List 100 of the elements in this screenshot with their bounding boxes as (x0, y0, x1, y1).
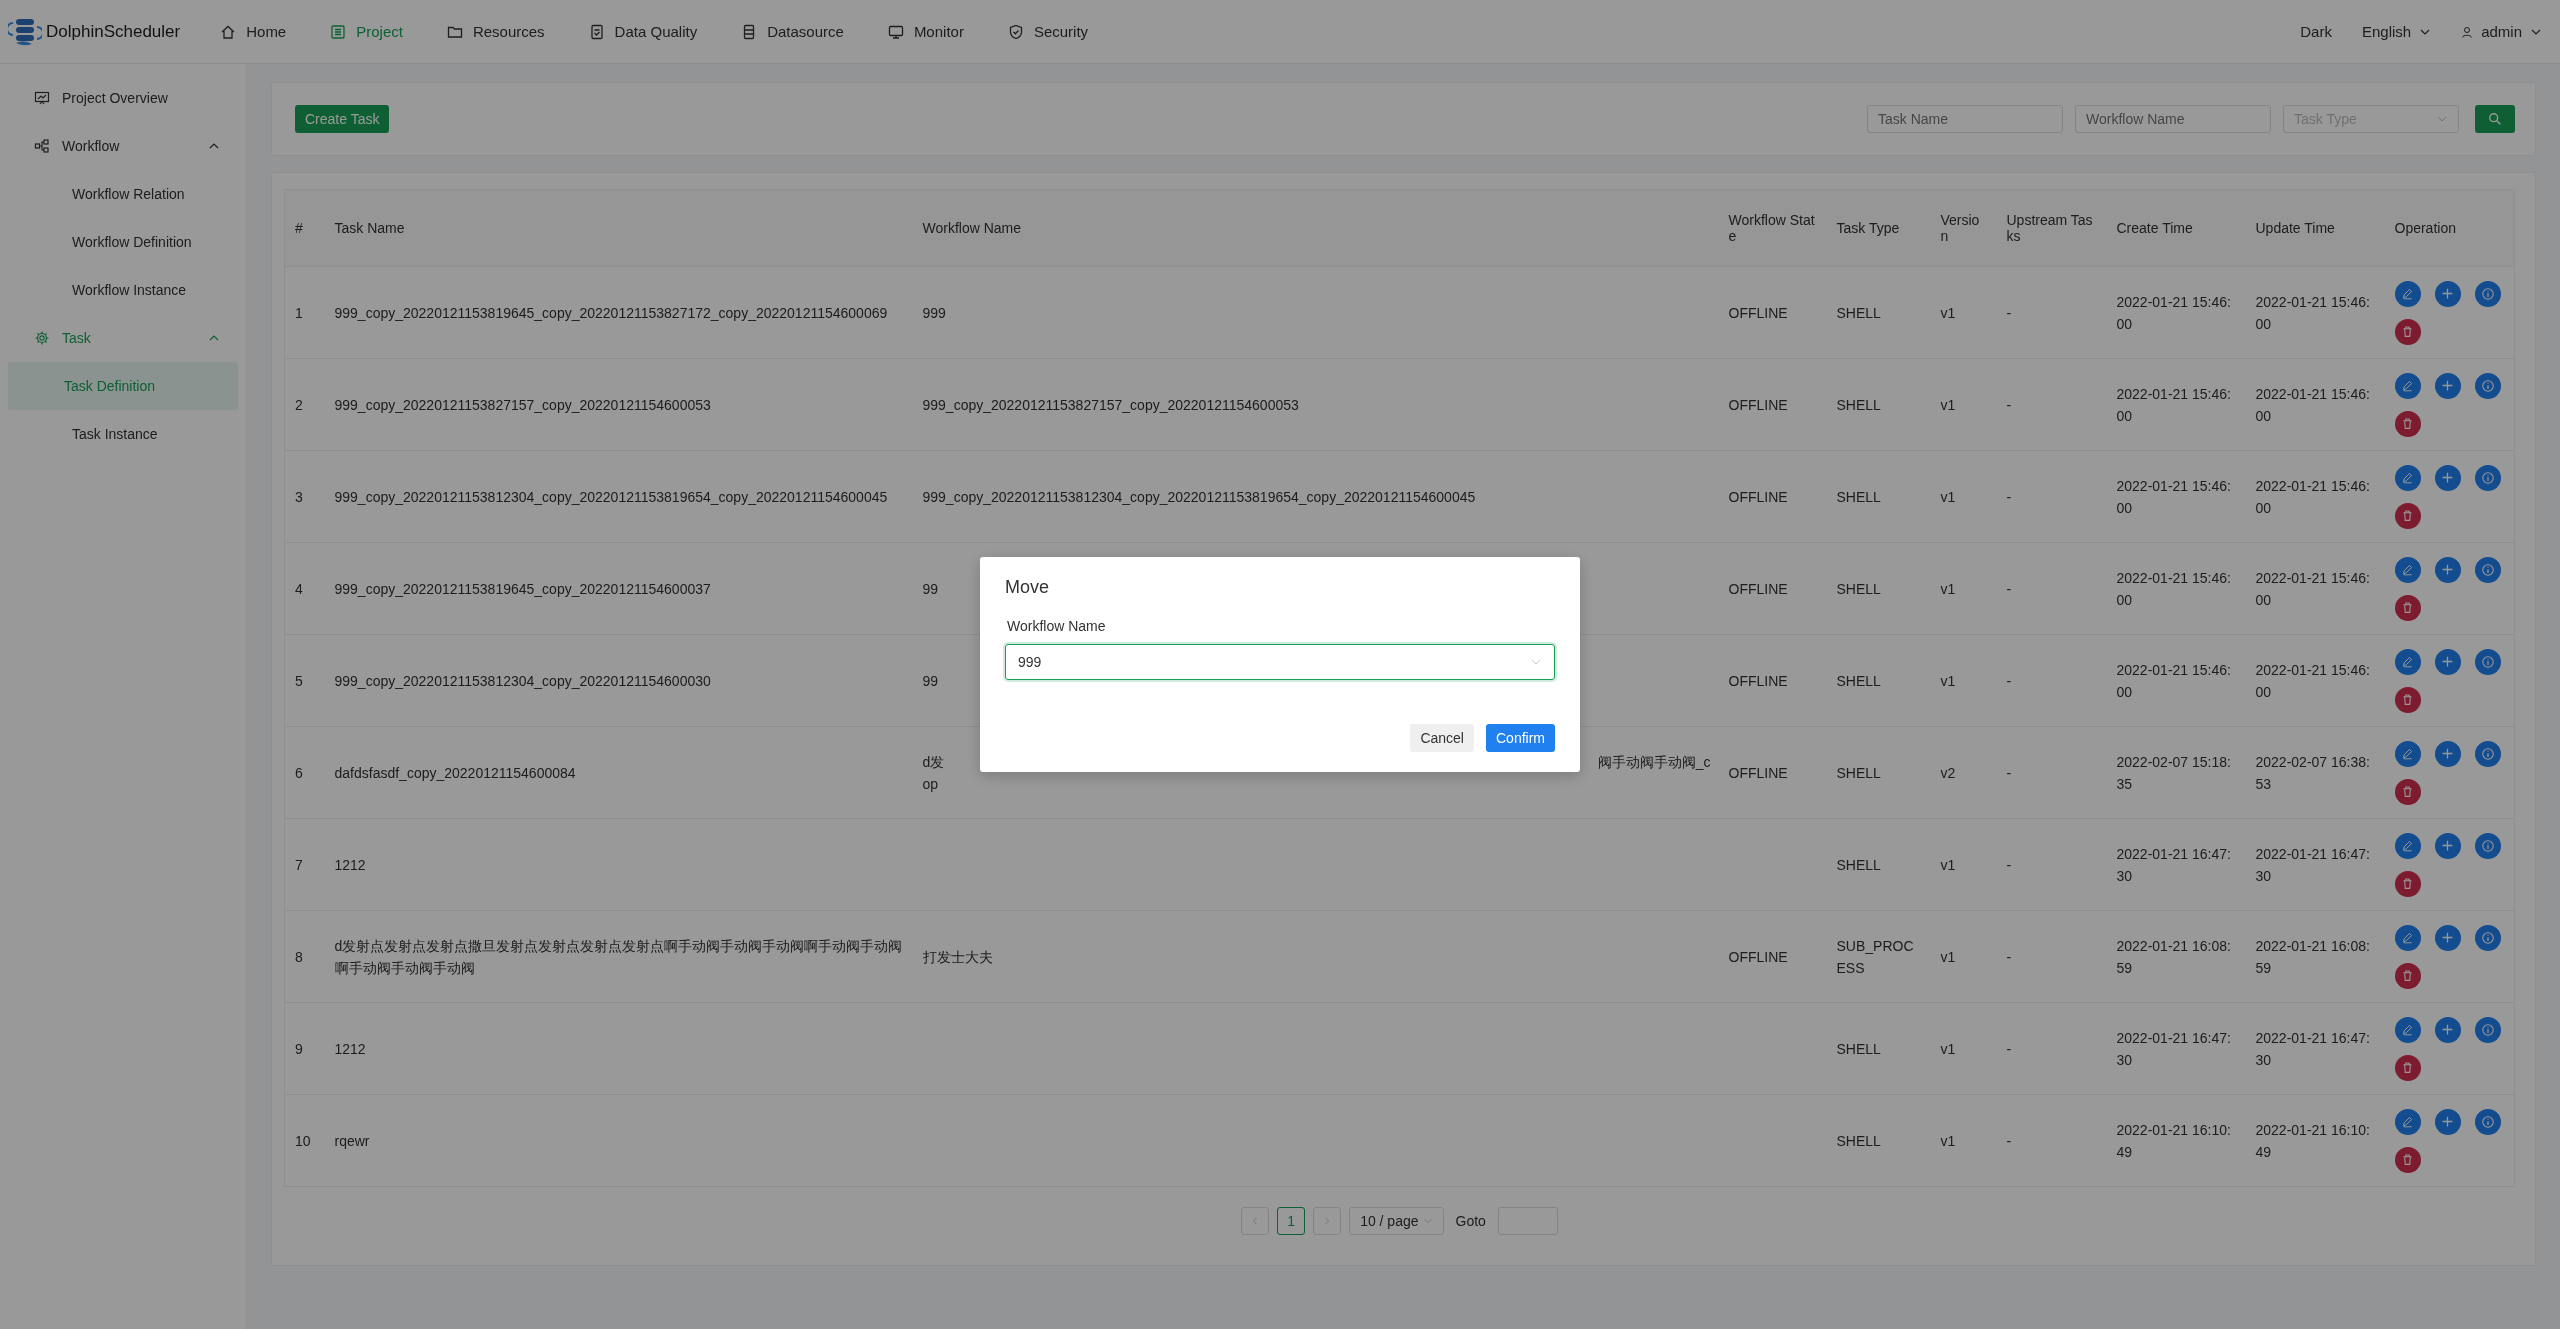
info-button[interactable] (2474, 1108, 2501, 1135)
task-type: SHELL (1836, 856, 1881, 873)
delete-button[interactable] (2394, 962, 2421, 989)
delete-button[interactable] (2394, 410, 2421, 437)
info-button[interactable] (2474, 464, 2501, 491)
version: v1 (1940, 488, 1956, 505)
task-name: 999_copy_20220121153819645_copy_20220121153827172_copy_20220121154600069 (334, 304, 888, 321)
sidebar-subitem[interactable]: Workflow Relation (8, 170, 238, 218)
confirm-button[interactable]: Confirm (1486, 724, 1555, 752)
filter-field[interactable]: Task Name (1867, 105, 2063, 133)
cancel-button[interactable]: Cancel (1410, 724, 1474, 752)
workflow-state: OFFLINE (1728, 396, 1788, 413)
edit-button[interactable] (2394, 372, 2421, 399)
pencil-icon (2401, 287, 2414, 300)
delete-button[interactable] (2394, 686, 2421, 713)
nav-tab[interactable]: Home (220, 23, 287, 40)
upstream-tasks: - (2006, 580, 2012, 597)
info-button[interactable] (2474, 648, 2501, 675)
nav-tab[interactable]: Monitor (887, 23, 964, 40)
edit-button[interactable] (2394, 280, 2421, 307)
delete-button[interactable] (2394, 318, 2421, 345)
list-icon (330, 23, 347, 40)
edit-button[interactable] (2394, 1108, 2421, 1135)
update-time: 2022-01-21 15:46:00 (2255, 477, 2370, 516)
delete-button[interactable] (2394, 502, 2421, 529)
column-header: Workflow State (1718, 189, 1827, 267)
nav-tab[interactable]: Security (1007, 23, 1089, 40)
update-time: 2022-01-21 15:46:00 (2255, 385, 2370, 424)
create-time: 2022-01-21 16:10:49 (2116, 1121, 2231, 1160)
upstream-tasks: - (2006, 948, 2012, 965)
task-name: 1212 (334, 856, 366, 873)
row-index: 8 (295, 948, 303, 965)
update-time: 2022-01-21 16:08:59 (2255, 937, 2370, 976)
nav-tab[interactable]: Data Quality (588, 23, 698, 40)
workflow-name: 阀手动阀手动阀_c (1597, 752, 1711, 772)
info-icon (2480, 930, 2495, 945)
move-button[interactable] (2434, 1108, 2461, 1135)
row-index: 4 (295, 580, 303, 597)
info-button[interactable] (2474, 1016, 2501, 1043)
column-header: Update Time (2245, 189, 2385, 267)
plus-icon (2441, 379, 2454, 392)
task-type: SHELL (1836, 1132, 1881, 1149)
move-button[interactable] (2434, 832, 2461, 859)
info-button[interactable] (2474, 740, 2501, 767)
delete-button[interactable] (2394, 870, 2421, 897)
workflow-state: OFFLINE (1728, 488, 1788, 505)
upstream-tasks: - (2006, 672, 2012, 689)
workflow-name: 打发士大夫 (922, 948, 993, 965)
pencil-icon (2401, 839, 2414, 852)
pencil-icon (2401, 379, 2414, 392)
edit-button[interactable] (2394, 648, 2421, 675)
create-time: 2022-01-21 16:47:30 (2116, 1029, 2231, 1068)
plus-icon (2441, 471, 2454, 484)
edit-button[interactable] (2394, 556, 2421, 583)
nav-tab[interactable]: Resources (446, 23, 545, 40)
task-name: 999_copy_20220121153812304_copy_20220121154600030 (334, 672, 711, 689)
workflow-select[interactable]: 999 (1005, 644, 1555, 680)
move-button[interactable] (2434, 648, 2461, 675)
info-button[interactable] (2474, 556, 2501, 583)
upstream-tasks: - (2006, 1132, 2012, 1149)
page-size-select[interactable]: 10 / page (1349, 1207, 1444, 1235)
delete-button[interactable] (2394, 778, 2421, 805)
delete-button[interactable] (2394, 594, 2421, 621)
document-icon (588, 23, 605, 40)
language-dropdown[interactable]: English (2361, 23, 2432, 40)
info-button[interactable] (2474, 372, 2501, 399)
workflow-state: OFFLINE (1728, 948, 1788, 965)
move-button[interactable] (2434, 740, 2461, 767)
row-index: 6 (295, 764, 303, 781)
update-time: 2022-02-07 16:38:53 (2255, 753, 2370, 792)
info-button[interactable] (2474, 924, 2501, 951)
move-button[interactable] (2434, 464, 2461, 491)
sidebar-item[interactable]: Workflow (0, 122, 246, 170)
edit-button[interactable] (2394, 740, 2421, 767)
filter-field[interactable]: Workflow Name (2075, 105, 2271, 133)
move-button[interactable] (2434, 924, 2461, 951)
theme-toggle[interactable]: Dark (2300, 23, 2332, 40)
info-button[interactable] (2474, 832, 2501, 859)
edit-button[interactable] (2394, 1016, 2421, 1043)
sidebar-subitem[interactable]: Workflow Instance (8, 266, 238, 314)
move-button[interactable] (2434, 1016, 2461, 1043)
move-button[interactable] (2434, 556, 2461, 583)
sidebar-subitem[interactable]: Workflow Definition (8, 218, 238, 266)
nav-tab[interactable]: Datasource (741, 23, 844, 40)
user-menu[interactable]: admin (2461, 23, 2542, 40)
sidebar-subitem[interactable]: Task Instance (8, 410, 238, 458)
move-button[interactable] (2434, 280, 2461, 307)
trash-icon (2401, 969, 2414, 982)
trash-icon (2401, 693, 2414, 706)
edit-button[interactable] (2394, 924, 2421, 951)
task-type: SHELL (1836, 488, 1881, 505)
search-button[interactable] (2475, 105, 2515, 133)
delete-button[interactable] (2394, 1146, 2421, 1173)
workflow-name: op (922, 774, 940, 794)
info-button[interactable] (2474, 280, 2501, 307)
edit-button[interactable] (2394, 464, 2421, 491)
move-button[interactable] (2434, 372, 2461, 399)
sidebar-item[interactable]: Project Overview (0, 74, 246, 122)
edit-button[interactable] (2394, 832, 2421, 859)
delete-button[interactable] (2394, 1054, 2421, 1081)
